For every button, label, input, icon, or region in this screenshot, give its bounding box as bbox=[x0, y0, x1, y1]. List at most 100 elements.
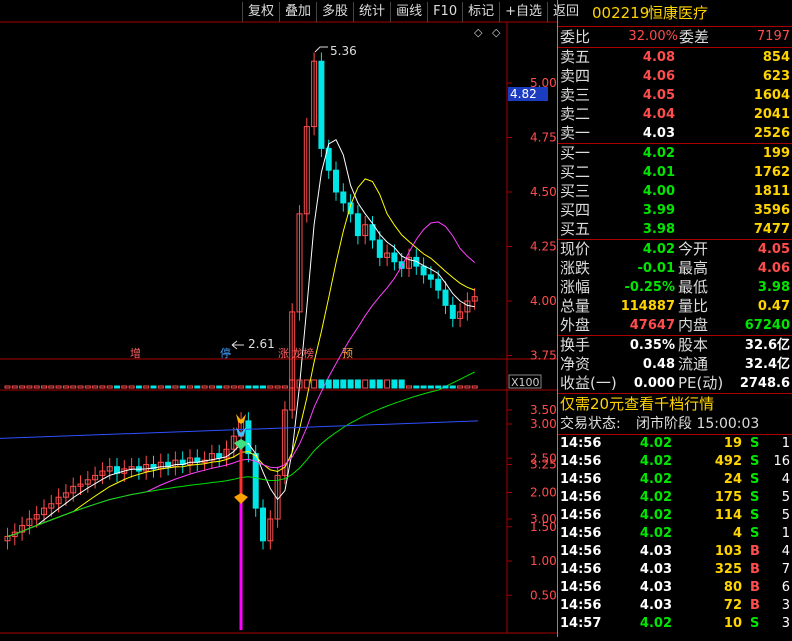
tick-row[interactable]: 14:56 4.02 4 S 1 bbox=[558, 525, 792, 543]
tick-price: 4.03 bbox=[639, 598, 672, 613]
tick-row[interactable]: 14:56 4.02 175 S 5 bbox=[558, 489, 792, 507]
sell-orders: 卖五 4.08 854 卖四 4.06 623 卖三 4.05 1604 卖二 4.04 2041 卖一… bbox=[558, 48, 792, 144]
volume-bar bbox=[143, 385, 150, 389]
expand-icon[interactable]: ◇ bbox=[492, 26, 501, 39]
volume-bar bbox=[165, 385, 172, 389]
tick-time: 14:56 bbox=[560, 580, 602, 595]
candle-body bbox=[245, 420, 252, 455]
low-annotation: 2.61 bbox=[248, 337, 275, 351]
volume-bar bbox=[84, 385, 91, 389]
volume-bar bbox=[471, 385, 478, 389]
toolbar-button-3[interactable]: 统计 bbox=[353, 2, 390, 22]
volume-bar bbox=[354, 379, 361, 389]
indicator-tick-label: 1.50 bbox=[530, 520, 557, 534]
stat-value: 32.4亿 bbox=[744, 357, 790, 372]
sell-row[interactable]: 卖五 4.08 854 bbox=[558, 48, 792, 67]
kline-chart-svg[interactable]: 5.004.754.504.254.003.753.503.253.00 3.0… bbox=[0, 0, 557, 637]
volume-bar bbox=[19, 385, 26, 389]
stat-label: 内盘 bbox=[678, 316, 709, 334]
stat-label: PE(动) bbox=[678, 374, 724, 392]
toolbar-button-4[interactable]: 画线 bbox=[390, 2, 427, 22]
status-label: 交易状态: bbox=[560, 416, 621, 432]
buy-row[interactable]: 买四 3.99 3596 bbox=[558, 201, 792, 220]
weibi-value: 32.00% bbox=[628, 29, 678, 44]
toolbar-button-5[interactable]: F10 bbox=[427, 2, 462, 22]
tag-zhang[interactable]: 涨 bbox=[278, 347, 289, 360]
tick-price: 4.02 bbox=[639, 472, 672, 487]
toolbar-button-0[interactable]: 复权 bbox=[242, 2, 279, 22]
tick-row[interactable]: 14:56 4.02 24 S 4 bbox=[558, 471, 792, 489]
tag-longbang[interactable]: 龙榜 bbox=[292, 346, 314, 360]
tick-row[interactable]: 14:57 4.02 10 S 3 bbox=[558, 615, 792, 633]
tick-row[interactable]: 14:56 4.03 103 B 4 bbox=[558, 543, 792, 561]
tick-list[interactable]: 14:56 4.02 19 S 1 14:56 4.02 492 S 16 14:56 4.02 24 S… bbox=[558, 435, 792, 633]
tag-ting[interactable]: 停 bbox=[220, 346, 231, 360]
tick-row[interactable]: 14:56 4.02 492 S 16 bbox=[558, 453, 792, 471]
volume-bar bbox=[223, 385, 230, 389]
volume-axis-label: X100 bbox=[511, 376, 540, 389]
buy-row[interactable]: 买三 4.00 1811 bbox=[558, 182, 792, 201]
tick-count: 5 bbox=[781, 490, 790, 505]
level-price: 4.01 bbox=[642, 165, 675, 180]
tick-price: 4.03 bbox=[639, 562, 672, 577]
candle-body bbox=[318, 60, 325, 149]
stat-label: 流通 bbox=[678, 355, 709, 373]
sell-row[interactable]: 卖三 4.05 1604 bbox=[558, 86, 792, 105]
tick-direction: B bbox=[750, 598, 760, 613]
level-price: 4.06 bbox=[642, 69, 675, 84]
price-tick-label: 3.50 bbox=[530, 403, 557, 417]
toolbar-button-7[interactable]: +自选 bbox=[499, 2, 547, 22]
volume-bar bbox=[99, 385, 106, 389]
tick-volume: 24 bbox=[723, 472, 742, 487]
volume-bar bbox=[318, 379, 325, 389]
stat-value: 114887 bbox=[620, 299, 675, 314]
tick-direction: B bbox=[750, 580, 760, 595]
level-volume: 1762 bbox=[753, 165, 790, 180]
level-price: 4.05 bbox=[642, 88, 675, 103]
volume-bar bbox=[333, 379, 339, 389]
level-price: 4.04 bbox=[642, 107, 675, 122]
tick-row[interactable]: 14:56 4.03 72 B 3 bbox=[558, 597, 792, 615]
level-label: 买五 bbox=[560, 220, 591, 238]
stat-value: 0.48 bbox=[642, 357, 675, 372]
level-label: 卖五 bbox=[560, 48, 591, 66]
tick-volume: 10 bbox=[723, 616, 742, 631]
promo-row[interactable]: 仅需20元查看千档行情 bbox=[558, 394, 792, 414]
tag-yu[interactable]: 预 bbox=[342, 347, 353, 360]
sell-row[interactable]: 卖二 4.04 2041 bbox=[558, 105, 792, 124]
quote-row: 涨幅 -0.25% 最低 3.98 bbox=[558, 278, 792, 297]
volume-bar bbox=[157, 385, 164, 389]
volume-bar bbox=[194, 385, 201, 389]
promo-link[interactable]: 仅需20元查看千档行情 bbox=[560, 394, 714, 414]
buy-row[interactable]: 买二 4.01 1762 bbox=[558, 163, 792, 182]
tick-row[interactable]: 14:56 4.02 114 S 5 bbox=[558, 507, 792, 525]
level-volume: 1811 bbox=[753, 184, 790, 199]
tick-row[interactable]: 14:56 4.03 80 B 6 bbox=[558, 579, 792, 597]
toolbar-button-2[interactable]: 多股 bbox=[316, 2, 353, 22]
sell-row[interactable]: 卖一 4.03 2526 bbox=[558, 124, 792, 143]
stat-value: 0.000 bbox=[633, 376, 675, 391]
stat-value: -0.01 bbox=[637, 261, 675, 276]
tag-zeng[interactable]: 增 bbox=[130, 346, 141, 360]
tick-count: 7 bbox=[781, 562, 790, 577]
sell-row[interactable]: 卖四 4.06 623 bbox=[558, 67, 792, 86]
volume-bar bbox=[420, 385, 427, 389]
diamond-toggle-icon[interactable]: ◇ bbox=[474, 26, 483, 39]
volume-bar bbox=[427, 385, 434, 389]
toolbar-button-1[interactable]: 叠加 bbox=[279, 2, 316, 22]
tick-row[interactable]: 14:56 4.02 19 S 1 bbox=[558, 435, 792, 453]
candle-body bbox=[442, 289, 449, 306]
tick-volume: 103 bbox=[714, 544, 742, 559]
volume-bar bbox=[413, 385, 420, 389]
current-price-label: 4.82 bbox=[510, 87, 537, 101]
tick-row[interactable]: 14:56 4.03 325 B 7 bbox=[558, 561, 792, 579]
kline-chart-area[interactable]: 5.00 4.75 4.50 4.25 4.00 3.75 3.50 3.25 3.00 3.0… bbox=[0, 0, 579, 637]
level-volume: 7477 bbox=[753, 222, 790, 237]
tick-price: 4.02 bbox=[639, 490, 672, 505]
tick-price: 4.02 bbox=[639, 436, 672, 451]
volume-bar bbox=[172, 385, 179, 389]
toolbar-button-6[interactable]: 标记 bbox=[462, 2, 499, 22]
buy-row[interactable]: 买一 4.02 199 bbox=[558, 144, 792, 163]
tick-direction: S bbox=[750, 454, 760, 469]
buy-row[interactable]: 买五 3.98 7477 bbox=[558, 220, 792, 239]
